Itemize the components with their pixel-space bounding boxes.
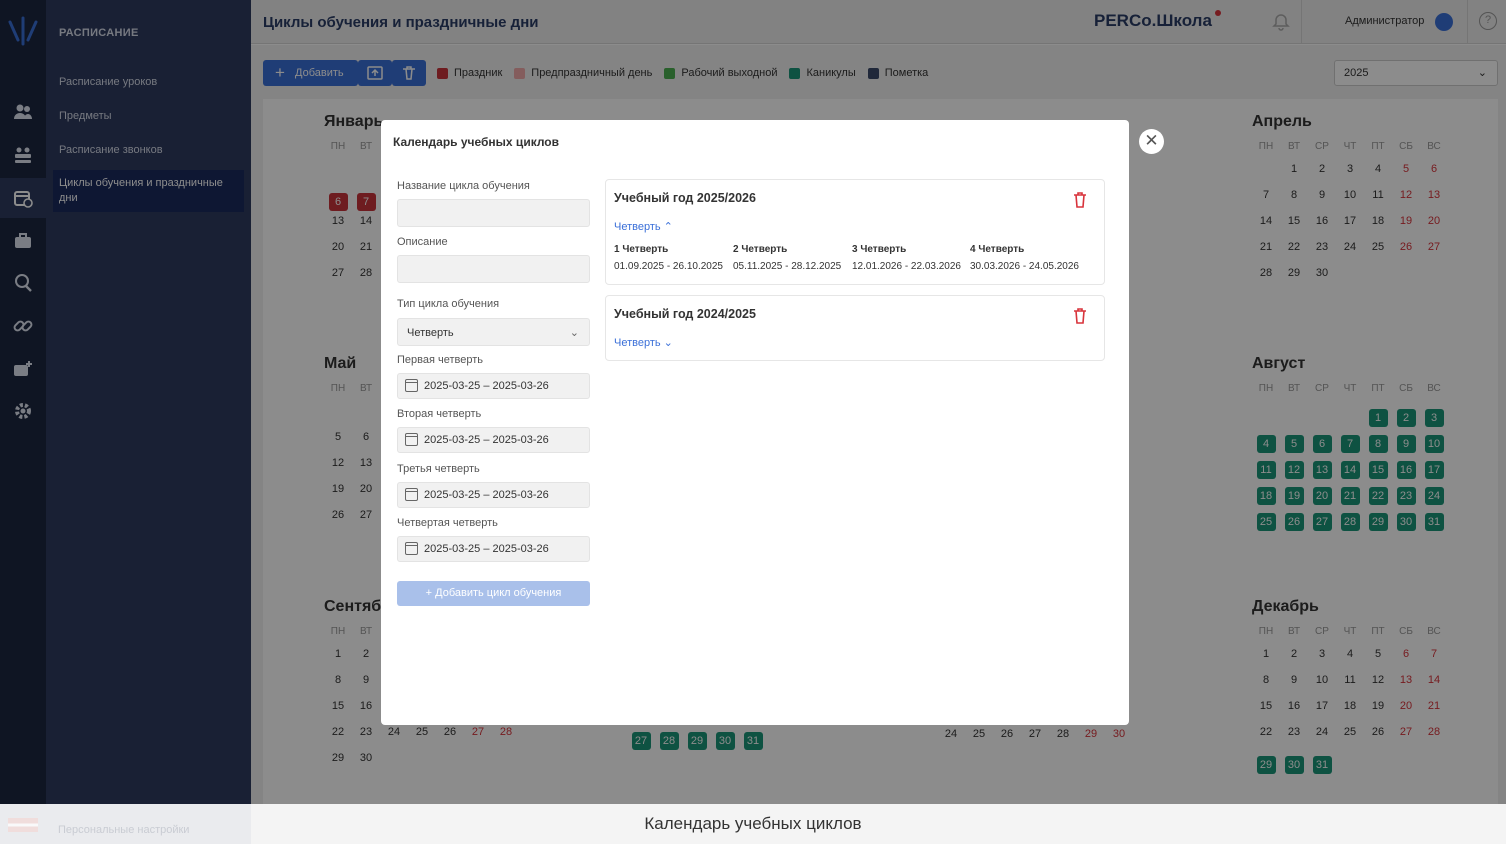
quarter-range: 01.09.2025 - 26.10.2025	[614, 261, 723, 272]
cycle-type-select[interactable]: Четверть ⌄	[397, 318, 590, 346]
add-cycle-label: Добавить цикл обучения	[435, 587, 562, 599]
q2-date-range[interactable]: 2025-03-25 – 2025-03-26	[397, 427, 590, 453]
q2-value: 2025-03-25 – 2025-03-26	[424, 434, 549, 446]
q4-label: Четвертая четверть	[397, 517, 498, 529]
cycle-name-input[interactable]	[397, 199, 590, 227]
quarter-range: 05.11.2025 - 28.12.2025	[733, 261, 842, 272]
calendar-icon	[405, 379, 418, 392]
quarter-range: 30.03.2026 - 24.05.2026	[970, 261, 1079, 272]
chevron-down-icon: ⌄	[663, 337, 673, 349]
bottom-bar: Персональные настройки Календарь учебных…	[0, 804, 1506, 844]
description-input[interactable]	[397, 255, 590, 283]
cycle-card: Учебный год 2024/2025 Четверть ⌄	[605, 295, 1105, 361]
type-label: Тип цикла обучения	[397, 298, 500, 310]
add-cycle-button[interactable]: + Добавить цикл обучения	[397, 581, 590, 606]
quarter-toggle[interactable]: Четверть ⌃	[614, 220, 673, 233]
cycle-title: Учебный год 2025/2026	[614, 191, 756, 205]
modal-title: Календарь учебных циклов	[393, 135, 560, 149]
quarter-range: 12.01.2026 - 22.03.2026	[852, 261, 961, 272]
quarter-name: 2 Четверть	[733, 244, 788, 255]
calendar-icon	[405, 433, 418, 446]
cycles-modal: Календарь учебных циклов Название цикла …	[381, 120, 1129, 725]
q3-value: 2025-03-25 – 2025-03-26	[424, 489, 549, 501]
name-label: Название цикла обучения	[397, 180, 530, 192]
q3-date-range[interactable]: 2025-03-25 – 2025-03-26	[397, 482, 590, 508]
chevron-up-icon: ⌃	[663, 221, 673, 233]
quarter-name: 4 Четверть	[970, 244, 1025, 255]
quarter-name: 3 Четверть	[852, 244, 907, 255]
quarter-item: 1 Четверть 01.09.2025 - 26.10.2025	[614, 244, 723, 272]
trash-icon[interactable]	[1072, 191, 1088, 209]
close-icon[interactable]: ✕	[1139, 129, 1164, 154]
caption-text: Календарь учебных циклов	[644, 814, 862, 833]
plus-icon: +	[425, 587, 436, 599]
cycle-type-value: Четверть	[407, 327, 454, 339]
chevron-down-icon: ⌄	[569, 327, 579, 339]
q4-value: 2025-03-25 – 2025-03-26	[424, 543, 549, 555]
quarter-item: 3 Четверть 12.01.2026 - 22.03.2026	[852, 244, 961, 272]
calendar-icon	[405, 542, 418, 555]
quarter-name: 1 Четверть	[614, 244, 669, 255]
quarter-item: 2 Четверть 05.11.2025 - 28.12.2025	[733, 244, 841, 272]
q2-label: Вторая четверть	[397, 408, 482, 420]
description-label: Описание	[397, 236, 448, 248]
quarter-item: 4 Четверть 30.03.2026 - 24.05.2026	[970, 244, 1079, 272]
calendar-icon	[405, 488, 418, 501]
cycle-title: Учебный год 2024/2025	[614, 307, 756, 321]
q4-date-range[interactable]: 2025-03-25 – 2025-03-26	[397, 536, 590, 562]
q1-date-range[interactable]: 2025-03-25 – 2025-03-26	[397, 373, 590, 399]
q3-label: Третья четверть	[397, 463, 480, 475]
q1-value: 2025-03-25 – 2025-03-26	[424, 380, 549, 392]
q1-label: Первая четверть	[397, 354, 483, 366]
quarter-toggle[interactable]: Четверть ⌄	[614, 336, 673, 349]
cycle-card: Учебный год 2025/2026 Четверть ⌃ 1 Четве…	[605, 179, 1105, 285]
trash-icon[interactable]	[1072, 307, 1088, 325]
